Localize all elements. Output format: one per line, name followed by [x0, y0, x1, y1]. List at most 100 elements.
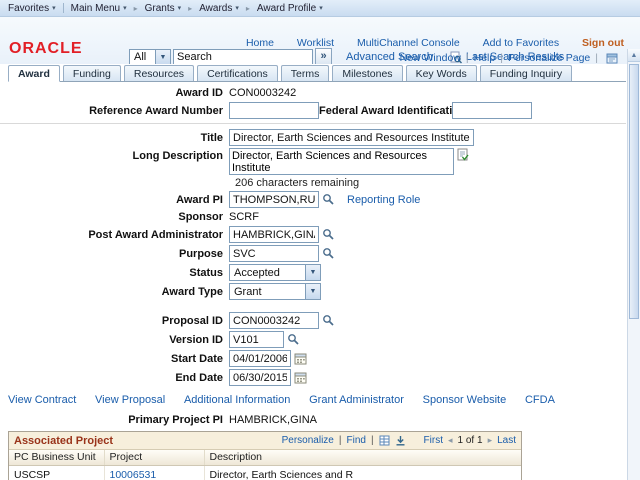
- column-header-description: Description: [204, 450, 521, 466]
- form-row-status: Status Accepted ▼: [0, 264, 626, 281]
- breadcrumb-separator-icon: ▸: [188, 3, 193, 13]
- signout-link[interactable]: Sign out: [582, 37, 624, 49]
- personalize-link[interactable]: Personalize: [282, 435, 334, 446]
- sponsor-website-link[interactable]: Sponsor Website: [423, 394, 507, 406]
- award-type-select[interactable]: Grant ▼: [229, 283, 321, 300]
- additional-information-link[interactable]: Additional Information: [184, 394, 290, 406]
- tab-terms[interactable]: Terms: [280, 65, 330, 81]
- grant-administrator-link[interactable]: Grant Administrator: [309, 394, 404, 406]
- dropdown-arrow-icon: ▼: [305, 265, 320, 280]
- tab-funding-inquiry[interactable]: Funding Inquiry: [479, 65, 573, 81]
- breadcrumb-item-award-profile[interactable]: Award Profile ▾: [257, 3, 323, 14]
- post-award-admin-lookup-icon[interactable]: [322, 228, 335, 241]
- federal-award-id-input[interactable]: [452, 102, 532, 119]
- help-link[interactable]: Help: [474, 52, 496, 64]
- search-scope-value: All: [134, 51, 147, 63]
- title-input[interactable]: [229, 129, 474, 146]
- post-award-admin-label: Post Award Administrator: [88, 228, 223, 241]
- page-tools-separator: |: [595, 52, 598, 64]
- page-tools-separator: |: [465, 52, 469, 64]
- view-contract-link[interactable]: View Contract: [8, 394, 76, 406]
- award-id-label: Award ID: [175, 87, 223, 99]
- award-pi-lookup-icon[interactable]: [322, 193, 335, 206]
- purpose-label: Purpose: [178, 247, 223, 260]
- breadcrumb-item-favorites[interactable]: Favorites ▾: [8, 3, 56, 14]
- form-row-title: Title: [0, 129, 626, 146]
- long-description-textarea[interactable]: Director, Earth Sciences and Resources I…: [229, 148, 454, 175]
- chars-remaining: 206 characters remaining: [235, 177, 360, 189]
- form-row-primary-project-pi: Primary Project PI HAMBRICK,GINA: [0, 413, 626, 427]
- tab-funding[interactable]: Funding: [62, 65, 121, 81]
- reporting-role-link[interactable]: Reporting Role: [347, 194, 420, 206]
- scroll-up-icon[interactable]: ▲: [628, 49, 640, 62]
- version-id-input[interactable]: [229, 331, 284, 348]
- breadcrumb-label: Grants: [144, 2, 175, 14]
- version-id-label: Version ID: [169, 333, 223, 346]
- search-input[interactable]: [173, 48, 313, 66]
- cfda-link[interactable]: CFDA: [525, 394, 555, 406]
- purpose-input[interactable]: [229, 245, 319, 262]
- breadcrumb-item-awards[interactable]: Awards ▾: [199, 3, 239, 14]
- grid-table: PC Business Unit Project Description USC…: [9, 450, 521, 480]
- end-date-calendar-icon[interactable]: [294, 371, 307, 384]
- proposal-id-lookup-icon[interactable]: [322, 314, 335, 327]
- oracle-logo: ORACLE: [9, 40, 83, 57]
- chevron-down-icon: ▾: [123, 4, 127, 12]
- form-spacer: [0, 302, 626, 312]
- view-all-icon[interactable]: [379, 435, 390, 446]
- dropdown-arrow-icon: ▼: [305, 284, 320, 299]
- pagination-next-icon[interactable]: ▸: [488, 435, 493, 446]
- breadcrumb-label: Awards: [199, 2, 233, 14]
- form-row-purpose: Purpose: [0, 245, 626, 262]
- award-pi-input[interactable]: [229, 191, 319, 208]
- view-proposal-link[interactable]: View Proposal: [95, 394, 165, 406]
- reference-award-number-input[interactable]: [229, 102, 319, 119]
- associated-project-grid: Associated Project Personalize | Find | …: [8, 431, 522, 480]
- column-header-project: Project: [104, 450, 205, 466]
- spell-check-icon[interactable]: [457, 148, 469, 161]
- new-window-link[interactable]: New Window: [400, 52, 461, 64]
- pagination-first-link[interactable]: First: [424, 435, 443, 446]
- proposal-id-input[interactable]: [229, 312, 319, 329]
- tab-certifications[interactable]: Certifications: [197, 65, 278, 81]
- breadcrumb-bar: Favorites ▾ Main Menu ▾ ▸ Grants ▾ ▸ Awards…: [0, 0, 640, 17]
- breadcrumb-item-main-menu[interactable]: Main Menu ▾: [71, 3, 127, 14]
- find-link[interactable]: Find: [346, 435, 365, 446]
- search-scope-select[interactable]: All ▼: [129, 48, 171, 66]
- form-row-award-type: Award Type Grant ▼: [0, 283, 626, 300]
- start-date-calendar-icon[interactable]: [294, 352, 307, 365]
- chevron-down-icon: ▾: [177, 4, 182, 12]
- start-date-input[interactable]: [229, 350, 291, 367]
- pagination-prev-icon[interactable]: ◂: [448, 435, 453, 446]
- tab-award[interactable]: Award: [8, 65, 60, 82]
- breadcrumb-separator-icon: ▸: [245, 3, 250, 13]
- status-value: Accepted: [234, 266, 280, 279]
- end-date-input[interactable]: [229, 369, 291, 386]
- form-row-award-id: Award ID CON0003242: [0, 86, 626, 100]
- tab-key-words[interactable]: Key Words: [405, 65, 477, 81]
- download-icon[interactable]: [395, 435, 406, 446]
- end-date-label: End Date: [175, 371, 223, 384]
- post-award-admin-input[interactable]: [229, 226, 319, 243]
- chevron-down-icon: ▾: [52, 4, 56, 12]
- breadcrumb-item-grants[interactable]: Grants ▾: [145, 3, 182, 14]
- personalize-page-link[interactable]: Personalize Page: [508, 52, 590, 64]
- purpose-lookup-icon[interactable]: [322, 247, 335, 260]
- grid-title: Associated Project: [14, 434, 114, 447]
- pagination-last-link[interactable]: Last: [497, 435, 516, 446]
- status-select[interactable]: Accepted ▼: [229, 264, 321, 281]
- federal-award-id-label: Federal Award Identification Number: [319, 104, 511, 117]
- pagination-count: 1 of 1: [457, 435, 483, 446]
- tab-milestones[interactable]: Milestones: [332, 65, 403, 81]
- vertical-scrollbar[interactable]: ▲: [627, 49, 640, 480]
- page-tools-separator: |: [500, 52, 503, 64]
- award-pi-label: Award PI: [176, 193, 223, 206]
- copy-url-icon[interactable]: [606, 53, 618, 64]
- scroll-thumb[interactable]: [629, 64, 639, 319]
- chevron-down-icon: ▾: [319, 4, 323, 12]
- version-id-lookup-icon[interactable]: [287, 333, 300, 346]
- primary-project-pi-value: HAMBRICK,GINA: [229, 414, 318, 426]
- project-link[interactable]: 10006531: [110, 469, 157, 480]
- tab-resources[interactable]: Resources: [123, 65, 195, 81]
- cell-description: Director, Earth Sciences and R: [209, 468, 354, 480]
